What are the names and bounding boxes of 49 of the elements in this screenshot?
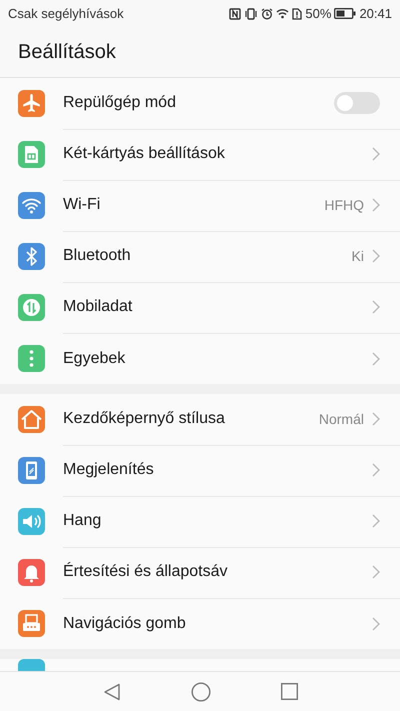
settings-row[interactable]: Megjelenítés <box>0 445 400 496</box>
chevron-icon <box>372 249 380 264</box>
settings-row[interactable]: Mobiladat <box>0 282 400 334</box>
setting-label: Egyebek <box>63 350 126 368</box>
setting-value: HFHQ <box>324 197 364 214</box>
chevron-icon <box>372 514 380 528</box>
page-title: Beállítások <box>18 41 116 64</box>
chevron-icon <box>372 463 380 478</box>
settings-row[interactable]: Egyebek <box>0 333 400 384</box>
battery-percent: 50% <box>305 6 332 22</box>
setting-value: Normál <box>318 411 364 428</box>
chevron-icon <box>372 147 380 162</box>
sim-alert-icon <box>292 8 302 20</box>
setting-label: Megjelenítés <box>63 461 155 480</box>
settings-row[interactable]: Értesítési és állapotsáv <box>0 547 400 598</box>
setting-label: Navigációs gomb <box>63 614 187 633</box>
battery-icon <box>334 8 356 20</box>
setting-label: Repülőgép mód <box>63 94 177 112</box>
toggle-switch[interactable] <box>334 92 380 114</box>
vibrate-icon <box>244 8 258 20</box>
clock-time: 20:41 <box>359 6 392 22</box>
setting-label: Mobiladat <box>63 298 134 316</box>
setting-label: Kezdőképernyő stílusa <box>63 410 226 428</box>
back-icon[interactable] <box>102 682 120 701</box>
home-button-icon[interactable] <box>190 682 210 702</box>
chevron-icon <box>372 198 380 212</box>
chevron-icon <box>372 352 380 366</box>
setting-label: Hang <box>63 512 102 530</box>
setting-label: Két-kártyás beállítások <box>63 145 226 164</box>
carrier-text: Csak segélyhívások <box>8 6 124 22</box>
settings-row[interactable]: Bluetooth Ki <box>0 231 400 282</box>
settings-row[interactable]: Kezdőképernyő stílusa Normál <box>0 394 400 446</box>
alarm-icon <box>261 8 274 20</box>
recent-apps-icon[interactable] <box>280 683 298 700</box>
setting-label: Bluetooth <box>63 247 132 266</box>
setting-label: Wi-Fi <box>63 196 102 214</box>
settings-row[interactable]: Wi-Fi HFHQ <box>0 180 400 232</box>
settings-row[interactable]: Hang <box>0 496 400 548</box>
setting-value: Ki <box>352 248 364 264</box>
nfc-icon <box>229 8 242 20</box>
chevron-icon <box>372 565 380 580</box>
wifi-signal-icon <box>276 8 290 20</box>
setting-label: Értesítési és állapotsáv <box>63 563 229 582</box>
settings-row[interactable]: Navigációs gomb <box>0 598 400 650</box>
settings-row[interactable]: Két-kártyás beállítások <box>0 129 400 180</box>
chevron-icon <box>372 300 380 314</box>
settings-row[interactable]: Repülőgép mód <box>0 78 400 130</box>
chevron-icon <box>372 412 380 426</box>
chevron-icon <box>372 616 380 631</box>
